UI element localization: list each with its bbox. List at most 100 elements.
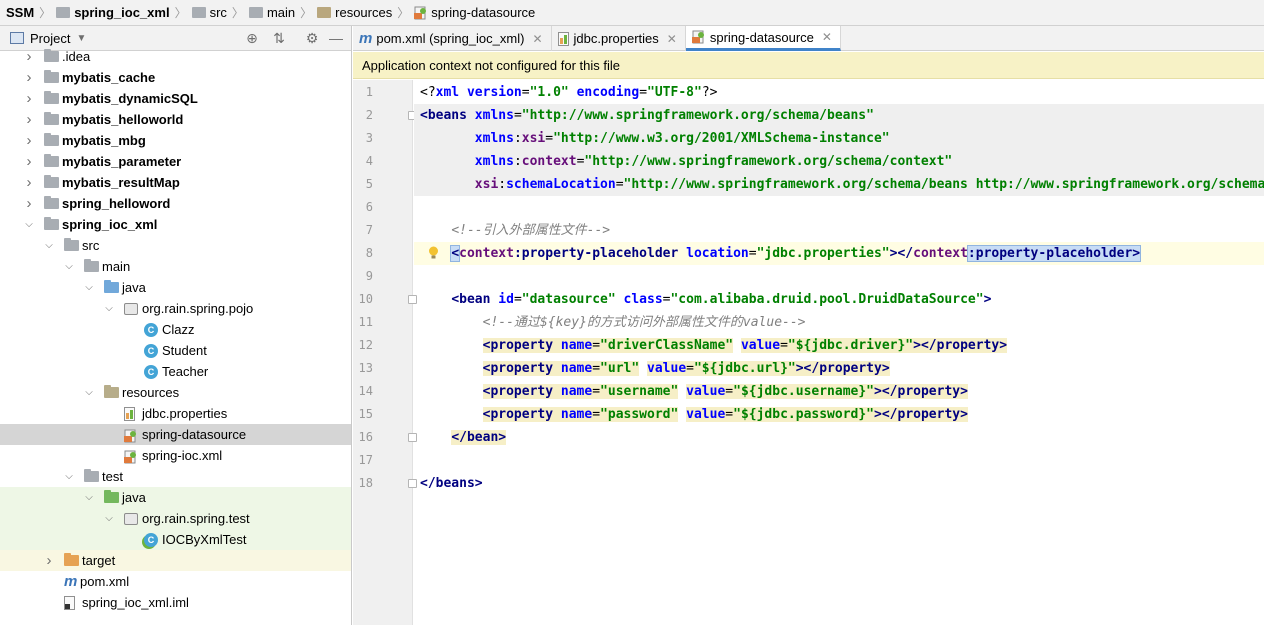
gear-icon[interactable]: ⚙ xyxy=(304,30,320,46)
breadcrumb-label: src xyxy=(209,5,227,20)
code-line[interactable]: <?xml version="1.0" encoding="UTF-8"?> xyxy=(414,81,1264,104)
code-token: "1.0" xyxy=(529,85,569,100)
tab-pom-xml[interactable]: m pom.xml (spring_ioc_xml) ✕ xyxy=(353,26,552,51)
tree-item[interactable]: › mybatis_helloworld xyxy=(0,109,351,130)
code-line[interactable]: xsi:schemaLocation="http://www.springfra… xyxy=(414,173,1264,196)
chevron-down-icon[interactable]: ⌵ xyxy=(83,487,95,508)
tree-item[interactable]: ⌵ org.rain.spring.pojo xyxy=(0,298,351,319)
chevron-right-icon[interactable]: › xyxy=(23,67,35,88)
code-line[interactable]: <beans xmlns="http://www.springframework… xyxy=(414,104,1264,127)
class-icon: C xyxy=(144,344,158,358)
breadcrumb-file[interactable]: spring-datasource xyxy=(414,0,535,25)
code-line[interactable]: <property name="url" value="${jdbc.url}"… xyxy=(414,357,1264,380)
tree-item[interactable]: C Student xyxy=(0,340,351,361)
code-line[interactable]: <property name="username" value="${jdbc.… xyxy=(414,380,1264,403)
breadcrumb-module[interactable]: spring_ioc_xml xyxy=(56,0,170,25)
maven-icon: m xyxy=(359,30,373,47)
chevron-right-icon[interactable]: › xyxy=(23,88,35,109)
chevron-right-icon[interactable]: › xyxy=(23,172,35,193)
chevron-down-icon[interactable]: ⌵ xyxy=(23,214,35,235)
tree-item[interactable]: ⌵ org.rain.spring.test xyxy=(0,508,351,529)
code-line[interactable]: <context:property-placeholder location="… xyxy=(414,242,1264,265)
code-token: "password" xyxy=(600,407,679,422)
intention-bulb-icon[interactable] xyxy=(428,246,439,260)
tree-item[interactable]: › mybatis_mbg xyxy=(0,130,351,151)
minimize-icon[interactable]: — xyxy=(328,30,344,46)
chevron-down-icon[interactable]: ⌵ xyxy=(83,277,95,298)
tree-item[interactable]: › .idea xyxy=(0,46,351,67)
chevron-down-icon[interactable]: ⌵ xyxy=(63,466,75,487)
code-line[interactable]: <bean id="datasource" class="com.alibaba… xyxy=(414,288,1264,311)
chevron-right-icon[interactable]: › xyxy=(23,46,35,67)
tree-item[interactable]: spring-ioc.xml xyxy=(0,445,351,466)
tab-spring-datasource[interactable]: spring-datasource ✕ xyxy=(685,26,841,51)
breadcrumb-src[interactable]: src xyxy=(191,0,227,25)
code-line[interactable]: <property name="password" value="${jdbc.… xyxy=(414,403,1264,426)
code-token: "${jdbc.username}" xyxy=(733,384,875,399)
breadcrumb-resources[interactable]: resources xyxy=(317,0,392,25)
code-line[interactable] xyxy=(414,196,1264,219)
tree-item[interactable]: › mybatis_resultMap xyxy=(0,172,351,193)
tree-item[interactable]: ⌵ src xyxy=(0,235,351,256)
code-editor[interactable]: 1 2 3 4 5 6 7 8 9 10 11 12 13 14 15 16 17 18 <?xml versio… xyxy=(353,80,1264,625)
module-folder-icon xyxy=(44,112,59,125)
tab-jdbc-properties[interactable]: jdbc.properties ✕ xyxy=(552,26,686,51)
tree-item[interactable]: spring_ioc_xml.iml xyxy=(0,592,351,613)
close-icon[interactable]: ✕ xyxy=(532,32,542,46)
code-line[interactable]: xmlns:xsi="http://www.w3.org/2001/XMLSch… xyxy=(414,127,1264,150)
chevron-right-icon[interactable]: › xyxy=(23,151,35,172)
target-icon[interactable]: ⊕ xyxy=(244,30,260,46)
code-line-text: </bean> xyxy=(420,426,507,449)
tree-item[interactable]: › mybatis_cache xyxy=(0,67,351,88)
code-area[interactable]: <?xml version="1.0" encoding="UTF-8"?> <b… xyxy=(414,80,1264,625)
code-token: name xyxy=(560,407,593,422)
code-line[interactable]: <property name="driverClassName" value="… xyxy=(414,334,1264,357)
tree-item-label: pom.xml xyxy=(80,574,130,589)
chevron-right-icon[interactable]: › xyxy=(43,550,55,571)
chevron-down-icon[interactable]: ⌵ xyxy=(103,508,115,529)
tree-item[interactable]: ⌵ main xyxy=(0,256,351,277)
chevron-right-icon[interactable]: › xyxy=(23,109,35,130)
tree-item[interactable]: ⌵ java xyxy=(0,277,351,298)
tree-item[interactable]: › mybatis_parameter xyxy=(0,151,351,172)
chevron-down-icon[interactable]: ⌵ xyxy=(103,298,115,319)
tree-item[interactable]: ⌵ resources xyxy=(0,382,351,403)
code-line[interactable] xyxy=(414,449,1264,472)
tree-item[interactable]: ⌵ test xyxy=(0,466,351,487)
project-view-selector[interactable]: Project xyxy=(30,31,70,46)
code-token: xmlns xyxy=(474,154,514,169)
code-line[interactable]: </bean> xyxy=(414,426,1264,449)
code-line[interactable]: </beans> xyxy=(414,472,1264,495)
tree-item[interactable]: jdbc.properties xyxy=(0,403,351,424)
tree-item[interactable]: m pom.xml xyxy=(0,571,351,592)
code-token: :property-placeholder> xyxy=(966,245,1142,262)
tree-item[interactable]: ⌵ java xyxy=(0,487,351,508)
breadcrumb-ssm[interactable]: SSM xyxy=(6,0,34,25)
chevron-right-icon[interactable]: › xyxy=(23,130,35,151)
code-token: > xyxy=(983,292,992,307)
code-line[interactable]: <!--引入外部属性文件--> xyxy=(414,219,1264,242)
chevron-down-icon[interactable]: ▼ xyxy=(76,33,86,44)
chevron-right-icon[interactable]: › xyxy=(23,193,35,214)
code-line[interactable]: xmlns:context="http://www.springframewor… xyxy=(414,150,1264,173)
tree-item[interactable]: › mybatis_dynamicSQL xyxy=(0,88,351,109)
tree-item[interactable]: › target xyxy=(0,550,351,571)
tree-item[interactable]: spring-datasource xyxy=(0,424,351,445)
chevron-down-icon[interactable]: ⌵ xyxy=(43,235,55,256)
code-line[interactable]: <!--通过${key}的方式访问外部属性文件的value--> xyxy=(414,311,1264,334)
code-line[interactable] xyxy=(414,265,1264,288)
close-icon[interactable]: ✕ xyxy=(822,30,832,44)
code-token: = xyxy=(592,407,601,422)
chevron-down-icon[interactable]: ⌵ xyxy=(63,256,75,277)
breadcrumb-main[interactable]: main xyxy=(248,0,295,25)
collapse-icon[interactable]: ⇅ xyxy=(271,30,287,46)
close-icon[interactable]: ✕ xyxy=(667,32,677,46)
tree-item[interactable]: C Clazz xyxy=(0,319,351,340)
tree-item[interactable]: C IOCByXmlTest xyxy=(0,529,351,550)
tree-item[interactable]: C Teacher xyxy=(0,361,351,382)
tree-item[interactable]: ⌵ spring_ioc_xml xyxy=(0,214,351,235)
tree-item[interactable]: › spring_helloword xyxy=(0,193,351,214)
chevron-down-icon[interactable]: ⌵ xyxy=(83,382,95,403)
